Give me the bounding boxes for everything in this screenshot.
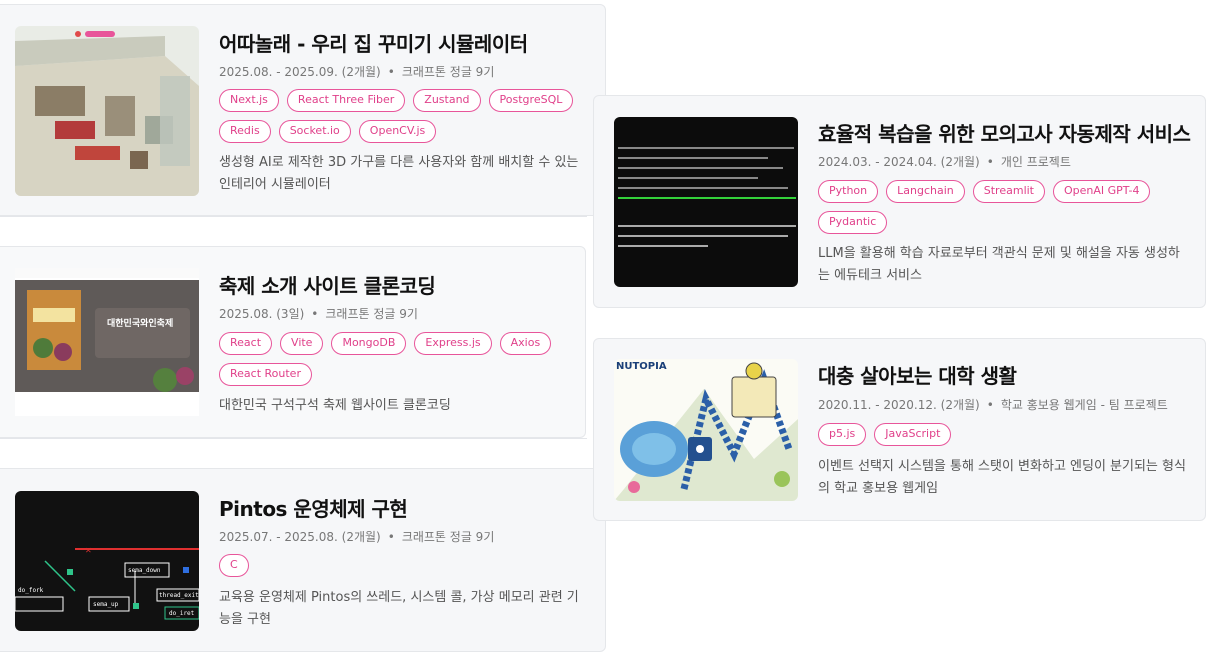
project-description: 대한민국 구석구석 축제 웹사이트 클론코딩 (219, 398, 451, 413)
divider (0, 438, 587, 439)
festival-thumb-title: 대한민국와인축제 (107, 319, 174, 329)
tech-tag: Express.js (414, 332, 492, 355)
tech-tag: Python (818, 180, 879, 203)
project-org: 학교 홍보용 웹게임 - 팀 프로젝트 (1000, 398, 1168, 412)
project-thumbnail[interactable]: ✕ sema_down sema_up thread_exit do_iret … (15, 491, 199, 631)
tech-tag: React Router (219, 363, 312, 386)
tech-tag: Socket.io (278, 120, 351, 143)
project-thumbnail[interactable]: NUTOPIA (614, 359, 798, 501)
tech-tag: Redis (219, 120, 271, 143)
project-meta: 2025.08. (3일) • 크래프톤 정글 9기 (219, 307, 418, 321)
tech-tag: Axios (499, 332, 552, 355)
project-meta: 2025.08. - 2025.09. (2개월) • 크래프톤 정글 9기 (219, 65, 495, 79)
project-description: 생성형 AI로 제작한 3D 가구를 다른 사용자와 함께 배치할 수 있는 인… (219, 155, 579, 192)
project-org: 크래프톤 정글 9기 (401, 530, 495, 544)
divider (0, 216, 587, 217)
project-thumbnail[interactable] (15, 26, 199, 196)
project-period: 2025.08. (3일) (219, 307, 305, 321)
diagram-label: do_fork (18, 587, 44, 594)
diagram-label: sema_down (128, 567, 161, 574)
quiz-service-image (614, 117, 798, 287)
project-title[interactable]: Pintos 운영체제 구현 (219, 493, 408, 522)
project-meta: 2020.11. - 2020.12. (2개월) • 학교 홍보용 웹게임 - 팀… (818, 398, 1168, 412)
tech-tag: Zustand (413, 89, 481, 112)
tech-tag: JavaScript (874, 423, 952, 446)
project-description: 교육용 운영체제 Pintos의 쓰레드, 시스템 콜, 가상 메모리 관련 기… (219, 590, 579, 627)
tech-tag: Vite (280, 332, 324, 355)
tag-list: Python Langchain Streamlit OpenAI GPT-4 … (818, 180, 1178, 234)
project-org: 크래프톤 정글 9기 (325, 307, 418, 321)
tag-list: p5.js JavaScript (818, 423, 1178, 446)
project-title[interactable]: 효율적 복습을 위한 모의고사 자동제작 서비스 (818, 118, 1191, 147)
room-3d-image (15, 26, 199, 196)
project-org: 크래프톤 정글 9기 (401, 65, 495, 79)
tech-tag: PostgreSQL (488, 89, 574, 112)
project-title[interactable]: 축제 소개 사이트 클론코딩 (219, 270, 436, 299)
project-org: 개인 프로젝트 (1000, 155, 1071, 169)
festival-site-image (15, 268, 199, 416)
project-thumbnail[interactable] (614, 117, 798, 287)
diagram-label: do_iret (169, 610, 195, 617)
project-meta: 2025.07. - 2025.08. (2개월) • 크래프톤 정글 9기 (219, 530, 495, 544)
svg-text:✕: ✕ (85, 546, 92, 555)
tech-tag: OpenCV.js (358, 120, 437, 143)
tech-tag: Langchain (886, 180, 965, 203)
tech-tag: C (219, 554, 249, 577)
project-description: LLM을 활용해 학습 자료로부터 객관식 문제 및 해설을 자동 생성하는 에… (818, 246, 1180, 283)
tech-tag: p5.js (818, 423, 867, 446)
tag-list: React Vite MongoDB Express.js Axios Reac… (219, 332, 559, 386)
diagram-label: sema_up (93, 601, 119, 608)
project-meta: 2024.03. - 2024.04. (2개월) • 개인 프로젝트 (818, 155, 1071, 169)
tech-tag: Streamlit (972, 180, 1045, 203)
project-period: 2020.11. - 2020.12. (2개월) (818, 398, 980, 412)
tech-tag: OpenAI GPT-4 (1053, 180, 1151, 203)
tag-list: Next.js React Three Fiber Zustand Postgr… (219, 89, 579, 143)
project-description: 이벤트 선택지 시스템을 통해 스탯이 변화하고 엔딩이 분기되는 형식의 학교… (818, 459, 1186, 496)
tech-tag: Next.js (219, 89, 279, 112)
project-period: 2024.03. - 2024.04. (2개월) (818, 155, 980, 169)
project-period: 2025.08. - 2025.09. (2개월) (219, 65, 381, 79)
tech-tag: Pydantic (818, 211, 888, 234)
game-logo: NUTOPIA (616, 361, 667, 372)
tech-tag: React Three Fiber (286, 89, 406, 112)
diagram-label: thread_exit (159, 592, 199, 599)
project-thumbnail[interactable]: 대한민국와인축제 (15, 268, 199, 416)
tag-list: C (219, 554, 579, 577)
project-title[interactable]: 대충 살아보는 대학 생활 (818, 360, 1017, 389)
project-period: 2025.07. - 2025.08. (2개월) (219, 530, 381, 544)
campus-game-image (614, 359, 798, 501)
tech-tag: MongoDB (331, 332, 407, 355)
project-title[interactable]: 어따놀래 - 우리 집 꾸미기 시뮬레이터 (219, 28, 528, 57)
tech-tag: React (219, 332, 273, 355)
